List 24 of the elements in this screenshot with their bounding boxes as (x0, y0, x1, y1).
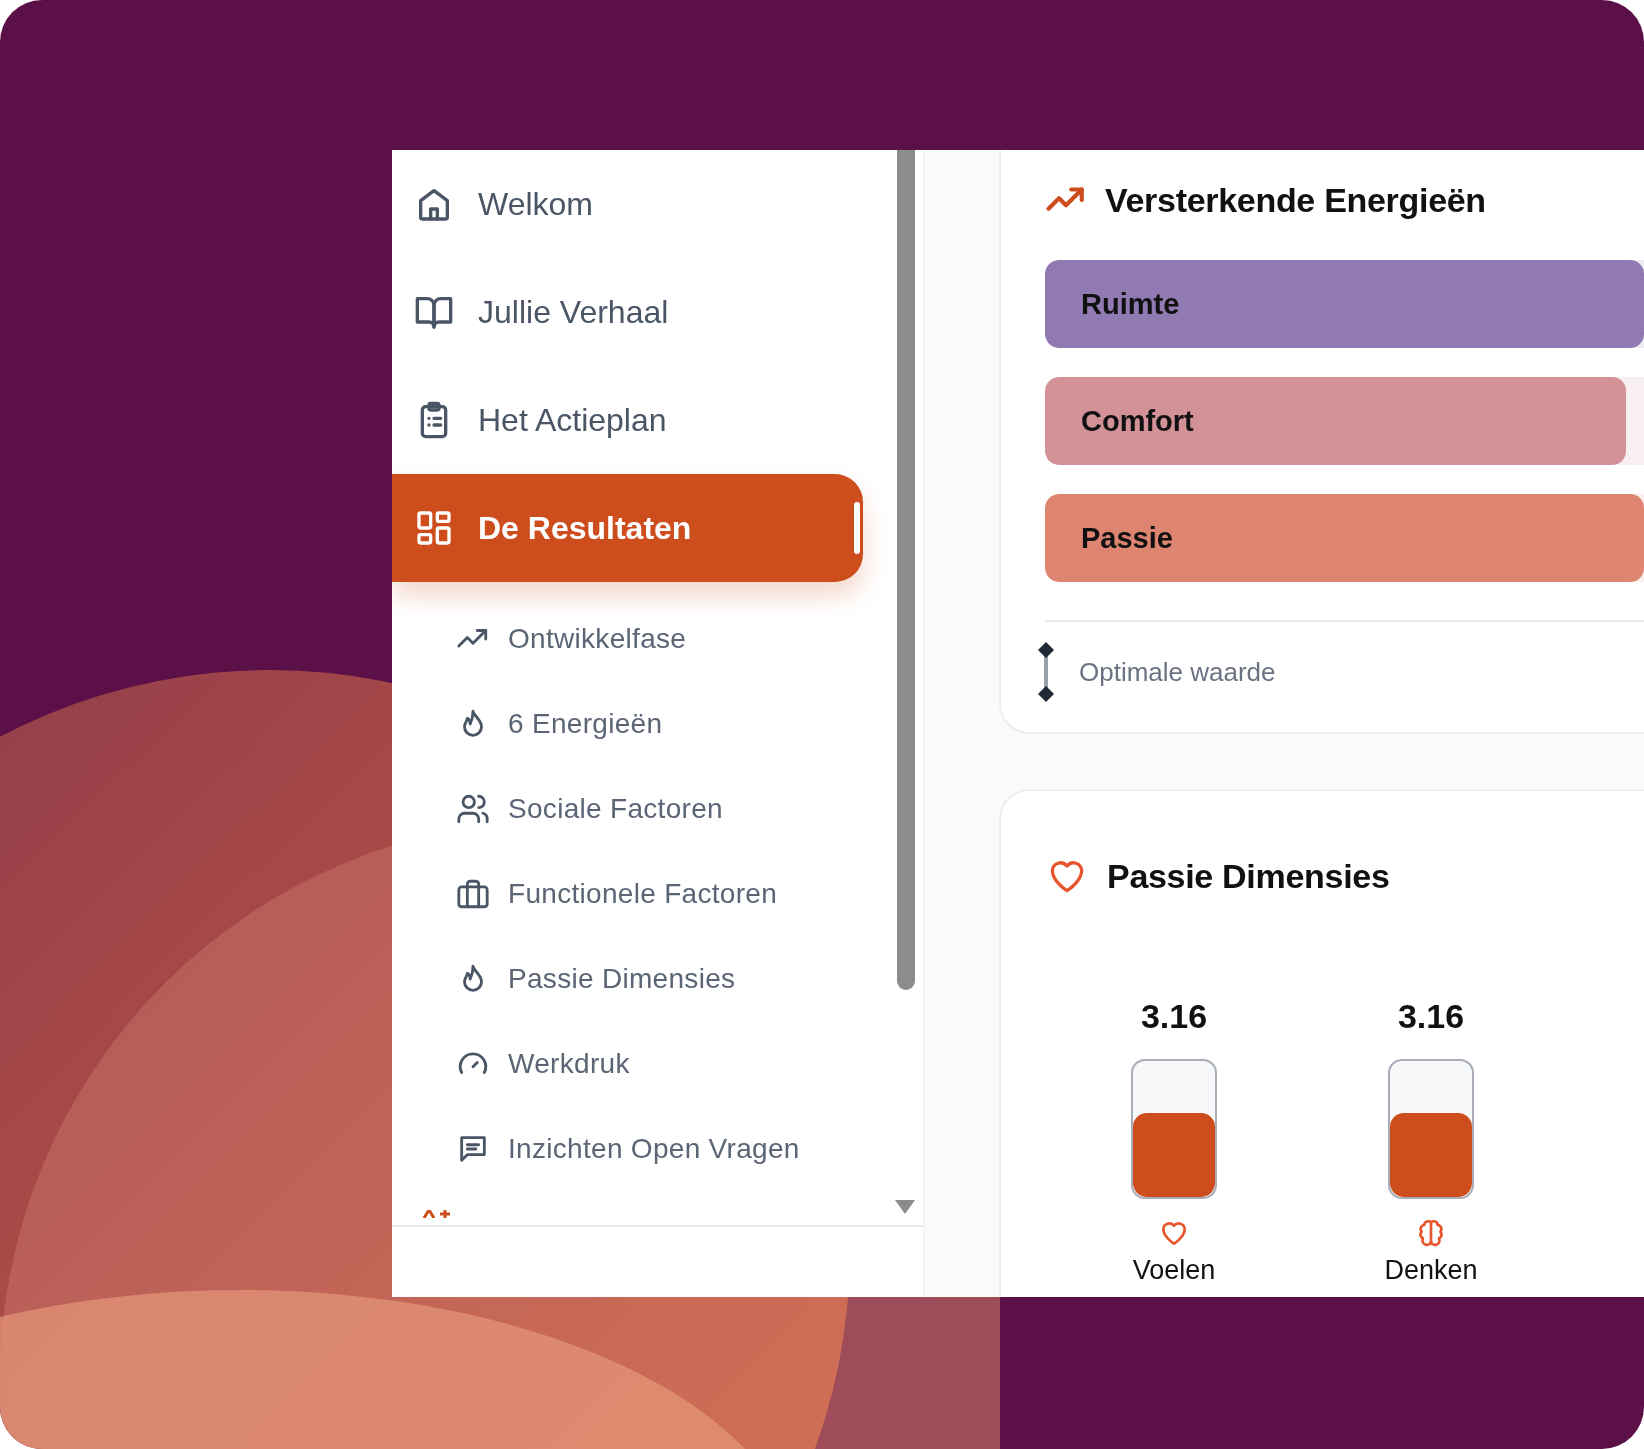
legend-label: Optimale waarde (1079, 656, 1276, 688)
nav-subitem[interactable]: Ontwikkelfase (392, 596, 923, 681)
meter-label: Voelen (1132, 1255, 1216, 1286)
energy-label: Passie (1080, 521, 1173, 555)
meter-value: 3.16 (1397, 997, 1465, 1037)
meter-value: 3.16 (1140, 997, 1208, 1037)
nav-item[interactable]: Jullie Verhaal (392, 258, 863, 366)
card-title: Passie Dimensies (1107, 856, 1390, 896)
nav-subitem[interactable]: 6 Energieën (392, 681, 923, 766)
nav-item[interactable]: De Resultaten (392, 474, 863, 582)
dashboard-icon (414, 508, 454, 548)
energy-label: Ruimte (1080, 287, 1180, 321)
nav-item[interactable]: Het Actieplan (392, 366, 863, 474)
nav-subitem[interactable]: Inzichten Open Vragen (392, 1106, 923, 1191)
nav-subitem[interactable]: Werkdruk (392, 1021, 923, 1106)
energy-label: Comfort (1080, 404, 1194, 438)
card-title: Versterkende Energieën (1105, 180, 1486, 220)
nav-subitem[interactable]: Passie Dimensies (392, 936, 923, 1021)
scrollbar-thumb[interactable] (897, 150, 915, 990)
nav-item[interactable]: Welkom (392, 150, 863, 258)
scroll-down-icon[interactable] (895, 1200, 915, 1214)
meter-label: Denken (1384, 1255, 1478, 1286)
nav-subitem[interactable]: Sociale Factoren (392, 766, 923, 851)
nav-subitem[interactable]: Functionele Factoren (392, 851, 923, 936)
